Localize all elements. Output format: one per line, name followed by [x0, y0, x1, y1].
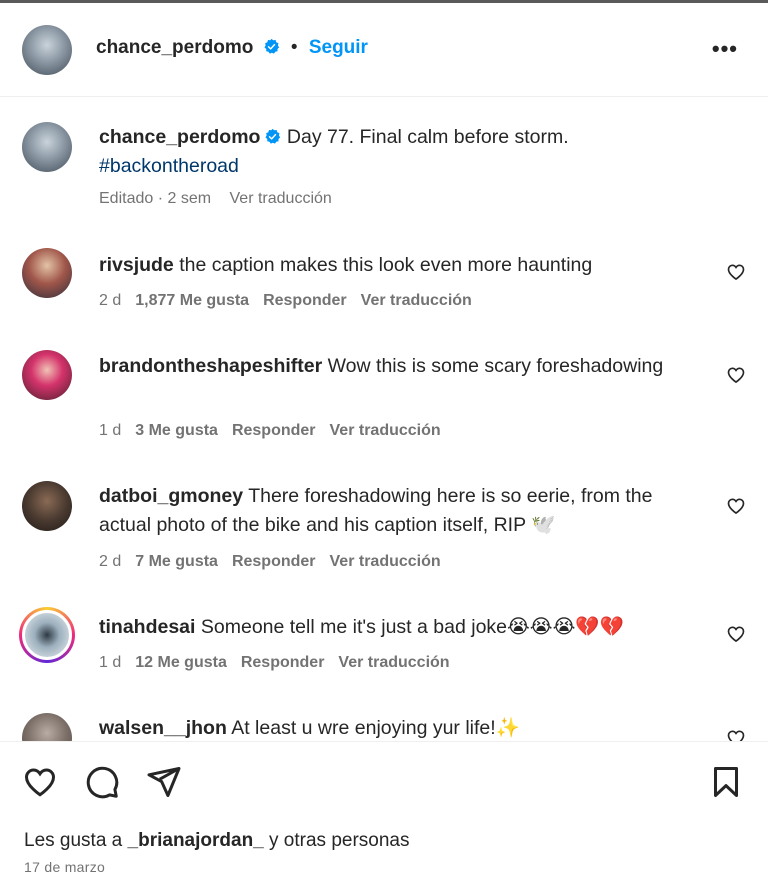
comment-text: Someone tell me it's just a bad joke😭😭😭💔…: [200, 616, 624, 638]
comment-like-heart-icon[interactable]: [726, 365, 746, 385]
comment-like-heart-icon[interactable]: [726, 624, 746, 644]
commenter-avatar[interactable]: [22, 350, 72, 400]
caption-author-avatar[interactable]: [22, 122, 72, 172]
comment-meta: 1 d 3 Me gusta Responder Ver traducción: [99, 422, 455, 440]
likes-user-link[interactable]: _brianajordan_: [128, 830, 264, 851]
comment-icon[interactable]: [84, 764, 120, 800]
comment-time: 2 d: [99, 553, 122, 570]
comment-meta: 2 d 1,877 Me gusta Responder Ver traducción: [99, 292, 486, 310]
comment-text: At least u wre enjoying yur life!✨: [231, 717, 520, 739]
post-date[interactable]: 17 de marzo: [24, 859, 105, 875]
caption-hashtag[interactable]: #backontheroad: [99, 152, 709, 181]
likes-suffix[interactable]: y otras personas: [264, 830, 409, 851]
comment-text-block: datboi_gmoney There foreshadowing here i…: [99, 482, 709, 540]
follow-button[interactable]: Seguir: [309, 37, 368, 58]
reply-button[interactable]: Responder: [241, 654, 325, 671]
commenter-avatar[interactable]: [22, 713, 72, 741]
comment-time: 1 d: [99, 654, 122, 671]
caption-text: Day 77. Final calm before storm.: [286, 126, 569, 148]
comment-username[interactable]: brandontheshapeshifter: [99, 355, 322, 377]
comment-text-block: tinahdesai Someone tell me it's just a b…: [99, 613, 709, 642]
comment-text-block: rivsjude the caption makes this look eve…: [99, 251, 709, 280]
commenter-avatar-story-ring[interactable]: [19, 607, 75, 663]
comment-text-block: brandontheshapeshifter Wow this is some …: [99, 352, 709, 381]
bookmark-icon[interactable]: [708, 764, 744, 800]
comment-like-heart-icon[interactable]: [726, 496, 746, 516]
author-avatar[interactable]: [22, 25, 72, 75]
comment-username[interactable]: walsen__jhon: [99, 717, 227, 739]
likes-prefix: Les gusta a: [24, 830, 128, 851]
more-options-button[interactable]: •••: [712, 36, 738, 62]
share-icon[interactable]: [146, 764, 182, 800]
translate-link[interactable]: Ver traducción: [330, 553, 441, 570]
comments-list[interactable]: chance_perdomo Day 77. Final calm before…: [0, 98, 768, 741]
comment-text: the caption makes this look even more ha…: [179, 254, 593, 276]
likes-summary: Les gusta a _brianajordan_ y otras perso…: [24, 830, 410, 852]
translate-link[interactable]: Ver traducción: [338, 654, 449, 671]
verified-badge-icon: [264, 38, 279, 54]
comment-likes[interactable]: 7 Me gusta: [135, 553, 218, 570]
reply-button[interactable]: Responder: [232, 553, 316, 570]
commenter-avatar: [22, 610, 72, 660]
comment-likes[interactable]: 1,877 Me gusta: [135, 292, 249, 309]
translate-link[interactable]: Ver traducción: [330, 422, 441, 439]
caption-meta: Editado · 2 sem Ver traducción: [99, 190, 346, 208]
caption-translate-link[interactable]: Ver traducción: [230, 190, 332, 207]
comment-time: 1 d: [99, 422, 122, 439]
translate-link[interactable]: Ver traducción: [361, 292, 472, 309]
commenter-avatar[interactable]: [22, 481, 72, 531]
commenter-avatar[interactable]: [22, 248, 72, 298]
author-line: chance_perdomo • Seguir: [96, 37, 368, 59]
verified-badge-icon: [265, 128, 281, 144]
comment-username[interactable]: datboi_gmoney: [99, 485, 243, 507]
comment-meta: 1 d 12 Me gusta Responder Ver traducción: [99, 654, 464, 672]
comment-likes[interactable]: 3 Me gusta: [135, 422, 218, 439]
caption-username[interactable]: chance_perdomo: [99, 126, 260, 148]
post-header: chance_perdomo • Seguir •••: [0, 3, 768, 97]
comment-like-heart-icon[interactable]: [726, 728, 746, 741]
reply-button[interactable]: Responder: [263, 292, 347, 309]
caption-edited: Editado · 2 sem: [99, 190, 212, 207]
comment-like-heart-icon[interactable]: [726, 262, 746, 282]
caption-text-block: chance_perdomo Day 77. Final calm before…: [99, 123, 709, 181]
reply-button[interactable]: Responder: [232, 422, 316, 439]
comment-username[interactable]: rivsjude: [99, 254, 174, 276]
author-username[interactable]: chance_perdomo: [96, 37, 253, 58]
comment-meta: 2 d 7 Me gusta Responder Ver traducción: [99, 553, 455, 571]
comment-username[interactable]: tinahdesai: [99, 616, 195, 638]
comment-time: 2 d: [99, 292, 122, 309]
comment-likes[interactable]: 12 Me gusta: [135, 654, 227, 671]
comment-text-block: walsen__jhon At least u wre enjoying yur…: [99, 714, 709, 741]
separator-dot: •: [290, 37, 298, 58]
post-actions-bar: Les gusta a _brianajordan_ y otras perso…: [0, 741, 768, 890]
heart-icon[interactable]: [22, 764, 58, 800]
comment-text: Wow this is some scary foreshadowing: [327, 355, 664, 377]
